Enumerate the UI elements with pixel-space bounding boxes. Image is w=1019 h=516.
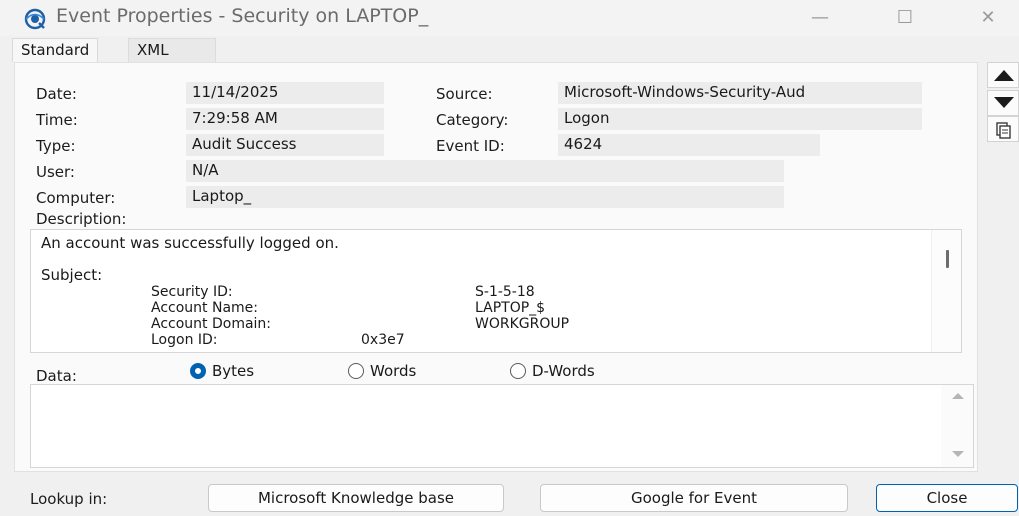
lookup-label: Lookup in: <box>30 490 108 508</box>
category-label: Category: <box>436 111 509 129</box>
description-scrollbar[interactable] <box>931 230 961 352</box>
security-id-key: Security ID: <box>151 284 233 300</box>
event-id-label: Event ID: <box>436 137 505 155</box>
computer-label: Computer: <box>36 189 116 207</box>
arrow-down-icon <box>994 97 1014 108</box>
event-id-value: 4624 <box>558 134 820 156</box>
account-domain-value: WORKGROUP <box>475 316 570 332</box>
radio-bytes[interactable]: Bytes <box>190 362 254 380</box>
data-box[interactable] <box>30 384 974 468</box>
arrow-up-icon <box>994 70 1014 81</box>
account-name-key: Account Name: <box>151 300 258 316</box>
copy-icon <box>996 122 1011 139</box>
next-event-button[interactable] <box>987 90 1019 116</box>
radio-bytes-label: Bytes <box>212 362 255 380</box>
source-value: Microsoft-Windows-Security-Aud <box>558 82 922 104</box>
subject-label: Subject: <box>41 266 103 284</box>
scroll-down-icon[interactable] <box>952 451 964 457</box>
tab-standard[interactable]: Standard <box>12 38 99 62</box>
window-title: Event Properties - Security on LAPTOP_ <box>56 5 429 27</box>
event-properties-window: Event Properties - Security on LAPTOP_ —… <box>0 0 1019 516</box>
maximize-button[interactable]: ☐ <box>885 4 925 32</box>
description-box[interactable]: An account was successfully logged on. S… <box>30 229 962 353</box>
source-label: Source: <box>436 85 493 103</box>
time-value: 7:29:58 AM <box>186 108 384 130</box>
close-button[interactable]: Close <box>876 484 1018 512</box>
logon-id-value: 0x3e7 <box>361 332 405 348</box>
scrollbar-thumb[interactable] <box>946 250 949 268</box>
copy-button[interactable] <box>987 116 1019 142</box>
radio-dwords-label: D-Words <box>532 362 595 380</box>
event-viewer-icon <box>24 8 46 30</box>
radio-words[interactable]: Words <box>348 362 416 380</box>
description-line: An account was successfully logged on. <box>41 234 339 252</box>
radio-dwords[interactable]: D-Words <box>510 362 595 380</box>
radio-empty-icon <box>510 363 526 379</box>
data-label: Data: <box>36 367 77 385</box>
user-label: User: <box>36 163 75 181</box>
tab-xml[interactable]: XML <box>128 38 216 62</box>
account-domain-key: Account Domain: <box>151 316 272 332</box>
logon-id-key: Logon ID: <box>151 332 218 348</box>
minimize-button[interactable]: — <box>800 4 840 32</box>
type-value: Audit Success <box>186 134 384 156</box>
date-label: Date: <box>36 85 77 103</box>
radio-selected-icon <box>190 363 206 379</box>
user-value: N/A <box>186 160 784 182</box>
account-name-value: LAPTOP_$ <box>475 300 546 316</box>
knowledge-base-button[interactable]: Microsoft Knowledge base <box>208 484 504 512</box>
computer-value: Laptop_ <box>186 186 784 208</box>
radio-words-label: Words <box>370 362 417 380</box>
previous-event-button[interactable] <box>987 62 1019 88</box>
time-label: Time: <box>36 111 78 129</box>
title-bar[interactable]: Event Properties - Security on LAPTOP_ —… <box>0 0 1019 36</box>
close-window-button[interactable]: ✕ <box>968 4 1008 32</box>
category-value: Logon <box>558 108 922 130</box>
data-scrollbar[interactable] <box>941 385 973 467</box>
type-label: Type: <box>36 137 76 155</box>
scroll-up-icon[interactable] <box>952 393 964 399</box>
description-label: Description: <box>36 210 127 228</box>
date-value: 11/14/2025 <box>186 82 384 104</box>
google-button[interactable]: Google for Event <box>540 484 848 512</box>
radio-empty-icon <box>348 363 364 379</box>
security-id-value: S-1-5-18 <box>475 284 535 300</box>
